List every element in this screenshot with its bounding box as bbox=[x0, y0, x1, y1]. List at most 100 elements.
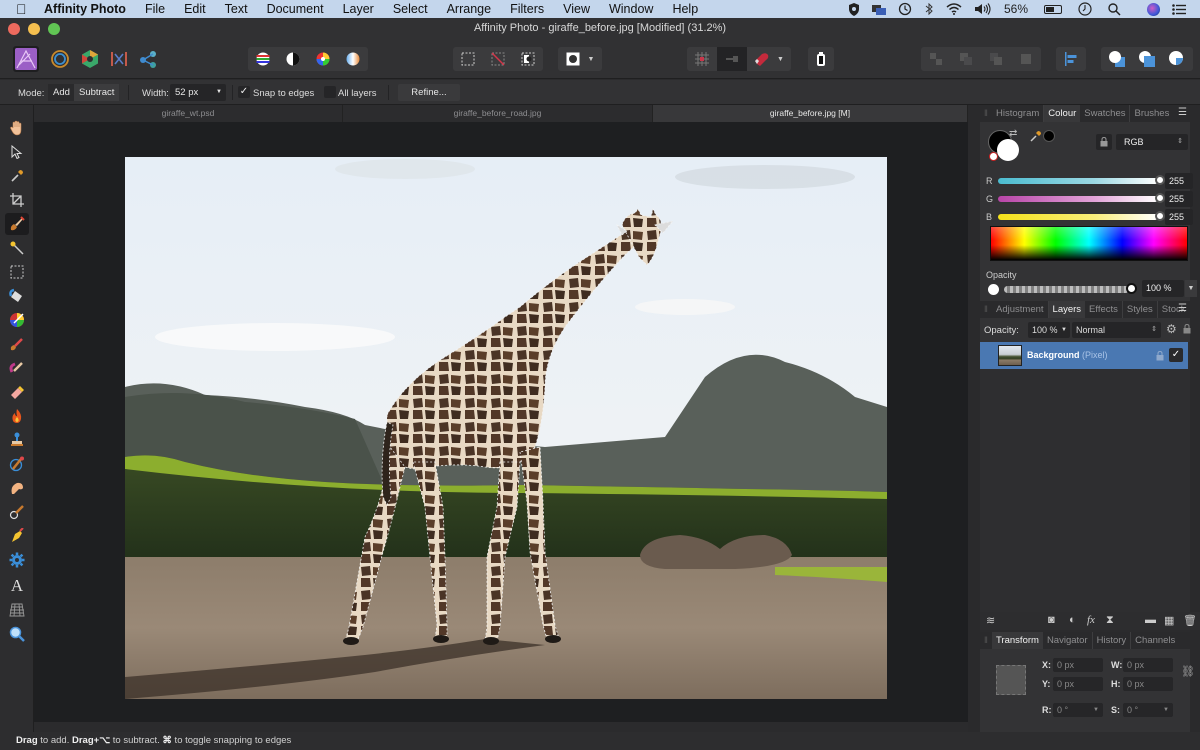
spotlight-icon[interactable] bbox=[1108, 2, 1121, 16]
link-aspect-icon[interactable]: ⛓ bbox=[1181, 665, 1195, 678]
move-forward-one-button[interactable] bbox=[981, 53, 1011, 65]
menu-window[interactable]: Window bbox=[609, 2, 653, 16]
crop-tool[interactable] bbox=[5, 189, 29, 211]
no-colour-icon[interactable] bbox=[989, 152, 998, 161]
shear-field[interactable]: 0 ° ▼ bbox=[1123, 703, 1173, 717]
picked-colour-swatch[interactable] bbox=[1043, 130, 1055, 142]
shape-tool[interactable] bbox=[5, 549, 29, 571]
menu-document[interactable]: Document bbox=[267, 2, 324, 16]
liquify-persona-button[interactable] bbox=[47, 46, 73, 72]
tab-effects[interactable]: Effects bbox=[1085, 301, 1123, 318]
menu-app[interactable]: Affinity Photo bbox=[44, 2, 126, 16]
mesh-warp-tool[interactable] bbox=[5, 599, 29, 621]
battery-icon[interactable] bbox=[1032, 4, 1062, 14]
layer-row-background[interactable]: Background (Pixel) ✓ bbox=[980, 342, 1188, 369]
rotation-field[interactable]: 0 ° ▼ bbox=[1053, 703, 1103, 717]
secondary-colour-swatch[interactable] bbox=[997, 139, 1019, 161]
menu-edit[interactable]: Edit bbox=[184, 2, 206, 16]
blend-mode-select[interactable]: Normal ⇕ bbox=[1072, 322, 1161, 338]
green-value-field[interactable]: 255 bbox=[1165, 191, 1193, 207]
tab-brushes[interactable]: Brushes bbox=[1130, 105, 1173, 122]
mask-layer-icon[interactable]: ◙ bbox=[1048, 614, 1055, 626]
new-group-icon[interactable]: ▬ bbox=[1145, 614, 1156, 626]
canvas-area[interactable] bbox=[34, 122, 968, 722]
panel-grip-icon[interactable]: ‖ bbox=[980, 108, 992, 119]
all-layers-checkbox[interactable] bbox=[324, 86, 336, 98]
document-image[interactable] bbox=[125, 157, 887, 699]
layer-lock-icon[interactable] bbox=[1183, 324, 1191, 334]
mode-subtract-button[interactable]: Subtract bbox=[74, 84, 120, 101]
intersect-shape-button[interactable] bbox=[1162, 51, 1192, 67]
panel-menu-icon[interactable]: ☰ bbox=[1178, 107, 1187, 118]
layer-visibility-checkbox[interactable]: ✓ bbox=[1169, 348, 1183, 362]
invert-selection-button[interactable] bbox=[513, 52, 543, 66]
layer-locked-icon[interactable] bbox=[1156, 351, 1164, 361]
tab-navigator[interactable]: Navigator bbox=[1043, 632, 1093, 649]
clone-tool[interactable] bbox=[5, 429, 29, 451]
wifi-icon[interactable] bbox=[946, 3, 962, 15]
photo-persona-button[interactable] bbox=[13, 46, 39, 72]
colour-spectrum[interactable] bbox=[990, 226, 1188, 261]
move-to-back-button[interactable] bbox=[921, 53, 951, 65]
selection-brush-tool[interactable] bbox=[5, 213, 29, 235]
delete-layer-icon[interactable]: 🗑 bbox=[1183, 614, 1197, 627]
green-slider[interactable] bbox=[998, 196, 1158, 202]
align-button[interactable] bbox=[1056, 47, 1086, 71]
menu-text[interactable]: Text bbox=[225, 2, 248, 16]
live-filter-icon[interactable]: ⧗ bbox=[1106, 614, 1114, 627]
notification-center-icon[interactable] bbox=[1172, 3, 1186, 15]
panel-grip-icon[interactable]: ‖ bbox=[980, 635, 992, 646]
zoom-tool[interactable] bbox=[5, 623, 29, 645]
menu-help[interactable]: Help bbox=[672, 2, 698, 16]
new-pixel-layer-icon[interactable]: ▦ bbox=[1164, 614, 1174, 627]
tab-adjustment[interactable]: Adjustment bbox=[992, 301, 1049, 318]
text-tool[interactable]: A bbox=[5, 575, 29, 597]
red-slider-handle[interactable] bbox=[1155, 175, 1165, 185]
menu-filters[interactable]: Filters bbox=[510, 2, 544, 16]
layers-stack-icon[interactable]: ≋ bbox=[986, 614, 995, 627]
snapping-button[interactable] bbox=[747, 52, 777, 66]
menu-layer[interactable]: Layer bbox=[343, 2, 374, 16]
burn-tool[interactable] bbox=[5, 405, 29, 427]
tab-giraffe-before[interactable]: giraffe_before.jpg [M] bbox=[653, 105, 968, 122]
healing-brush-tool[interactable] bbox=[5, 453, 29, 475]
opacity-slider[interactable] bbox=[1004, 286, 1129, 293]
blue-slider-handle[interactable] bbox=[1155, 211, 1165, 221]
width-field[interactable]: 52 px ▼ bbox=[170, 84, 226, 101]
flood-select-tool[interactable] bbox=[5, 237, 29, 259]
tab-swatches[interactable]: Swatches bbox=[1080, 105, 1131, 122]
opacity-dropdown-icon[interactable]: ▼ bbox=[1185, 280, 1197, 297]
tab-history[interactable]: History bbox=[1093, 632, 1132, 649]
tab-giraffe-wt[interactable]: giraffe_wt.psd bbox=[34, 105, 343, 122]
mode-add-button[interactable]: Add bbox=[48, 84, 75, 101]
tab-layers[interactable]: Layers bbox=[1048, 301, 1086, 318]
menu-select[interactable]: Select bbox=[393, 2, 428, 16]
gradient-sphere-button[interactable] bbox=[338, 52, 368, 66]
export-persona-button[interactable] bbox=[135, 46, 161, 72]
x-field[interactable]: 0 px bbox=[1053, 658, 1103, 672]
tab-transform[interactable]: Transform bbox=[992, 632, 1043, 649]
all-layers-label[interactable]: All layers bbox=[338, 88, 377, 99]
mixer-brush-tool[interactable] bbox=[5, 357, 29, 379]
opacity-value-field[interactable]: 100 % bbox=[1142, 280, 1184, 297]
assistant-button[interactable] bbox=[808, 47, 834, 71]
colour-picker-tool[interactable] bbox=[5, 165, 29, 187]
flood-fill-tool[interactable] bbox=[5, 285, 29, 307]
move-back-one-button[interactable] bbox=[951, 53, 981, 65]
guides-button[interactable] bbox=[717, 47, 747, 71]
shear-dropdown-icon[interactable]: ▼ bbox=[1163, 703, 1169, 717]
quick-mask-dropdown-icon[interactable]: ▼ bbox=[588, 56, 595, 63]
color-wheel-button[interactable] bbox=[308, 52, 338, 66]
lock-button[interactable] bbox=[1096, 134, 1112, 150]
snapping-dropdown-icon[interactable]: ▼ bbox=[777, 56, 791, 63]
red-slider[interactable] bbox=[998, 178, 1158, 184]
move-to-front-button[interactable] bbox=[1011, 53, 1041, 65]
blemish-removal-tool[interactable] bbox=[5, 501, 29, 523]
h-field[interactable]: 0 px bbox=[1123, 677, 1173, 691]
fx-icon[interactable]: fx bbox=[1087, 614, 1095, 626]
shield-icon[interactable] bbox=[848, 2, 860, 16]
tab-styles[interactable]: Styles bbox=[1123, 301, 1158, 318]
smudge-tool[interactable] bbox=[5, 477, 29, 499]
histogram-button[interactable] bbox=[248, 52, 278, 66]
contrast-button[interactable] bbox=[278, 52, 308, 66]
